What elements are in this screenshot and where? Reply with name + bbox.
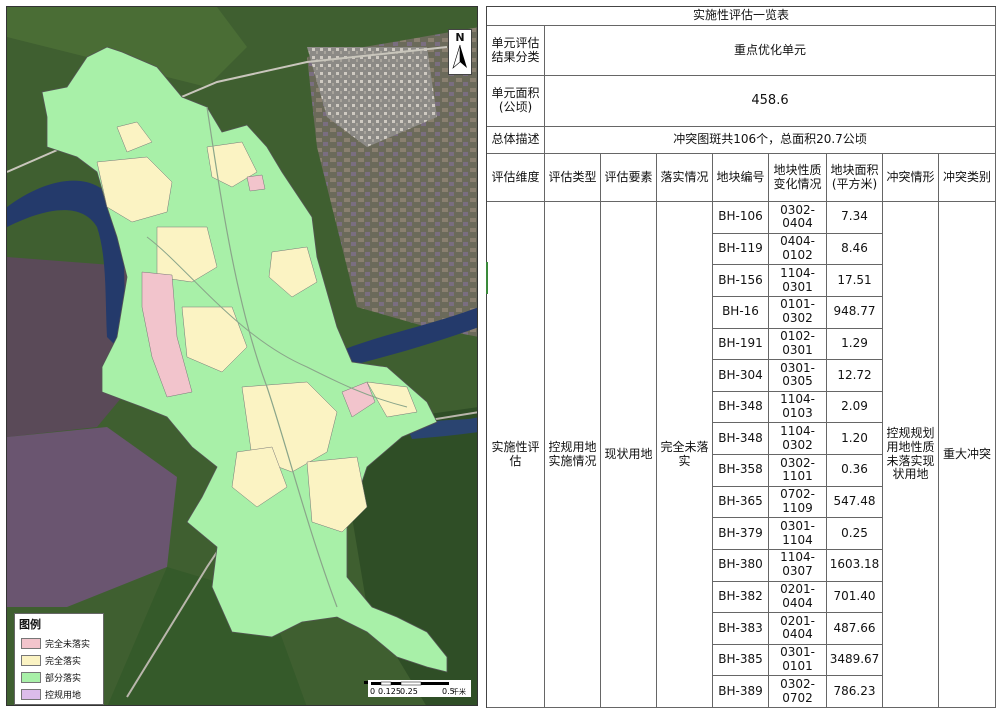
cell-land-change: 0301-0101: [769, 644, 827, 677]
cell-land-change: 0101-0302: [769, 296, 827, 329]
header-element: 评估要素: [601, 154, 657, 202]
legend-swatch: [21, 689, 41, 700]
cell-parcel-area: 487.66: [827, 613, 883, 645]
map-legend: 图例 完全未落实 完全落实 部分落实 控规用地: [14, 613, 104, 705]
cell-parcel-area: 8.46: [827, 233, 883, 266]
cell-parcel-id: BH-365: [713, 486, 769, 519]
cell-land-change: 0702-1109: [769, 486, 827, 519]
cell-parcel-id: BH-16: [713, 296, 769, 329]
result-value: 重点优化单元: [545, 26, 996, 76]
cell-parcel-id: BH-389: [713, 676, 769, 708]
cell-land-change: 0301-1104: [769, 518, 827, 550]
cell-parcel-id: BH-348: [713, 391, 769, 424]
cell-parcel-id: BH-380: [713, 549, 769, 582]
cell-land-change: 1104-0301: [769, 265, 827, 297]
satellite-map: N 图例 完全未落实 完全落实 部分落实 控规用地 0 0.125 0.25 0…: [6, 6, 478, 706]
north-arrow-icon: [452, 44, 467, 69]
scale-unit: 千米: [452, 687, 466, 696]
cell-land-change: 0404-0102: [769, 233, 827, 266]
scale-bar: 0 0.125 0.25 0.5 千米: [368, 680, 471, 697]
cell-parcel-area: 0.36: [827, 455, 883, 487]
legend-label: 部分落实: [45, 674, 82, 684]
cell-parcel-area: 1.20: [827, 423, 883, 455]
assessment-table: 实施性评估一览表 单元评估结果分类 重点优化单元 单元面积(公顷) 458.6 …: [486, 6, 996, 708]
cell-parcel-area: 1603.18: [827, 549, 883, 582]
scale-tick-1: 0.125: [378, 687, 401, 696]
cell-land-change: 0201-0404: [769, 581, 827, 614]
result-label: 单元评估结果分类: [487, 26, 545, 76]
legend-item-implemented: 完全落实: [15, 652, 103, 669]
scale-bar-svg: 0 0.125 0.25 0.5 千米: [370, 681, 466, 696]
cell-parcel-area: 547.48: [827, 486, 883, 519]
cell-parcel-area: 3489.67: [827, 644, 883, 677]
legend-swatch: [21, 655, 41, 666]
legend-item-partial: 部分落实: [15, 669, 103, 686]
legend-label: 控规用地: [45, 691, 82, 701]
header-conflict-category: 冲突类别: [939, 154, 996, 202]
cell-parcel-id: BH-304: [713, 360, 769, 392]
cell-land-change: 0102-0301: [769, 328, 827, 361]
cell-parcel-id: BH-156: [713, 265, 769, 297]
scale-tick-2: 0.25: [400, 687, 418, 696]
cell-land-change: 0302-0404: [769, 202, 827, 234]
cell-land-change: 1104-0307: [769, 549, 827, 582]
header-parcel-area: 地块面积(平方米): [827, 154, 883, 202]
cell-conflict-category: 重大冲突: [939, 202, 996, 708]
patch-unimplemented-3: [246, 174, 266, 192]
cell-parcel-area: 12.72: [827, 360, 883, 392]
header-dimension: 评估维度: [487, 154, 545, 202]
cell-land-change: 0201-0404: [769, 613, 827, 645]
cell-parcel-area: 948.77: [827, 296, 883, 329]
legend-swatch: [21, 672, 41, 683]
cell-parcel-id: BH-358: [713, 455, 769, 487]
cell-land-change: 0301-0305: [769, 360, 827, 392]
row-accent-mark: [486, 262, 488, 294]
legend-label: 完全落实: [45, 657, 82, 667]
header-land-change: 地块性质变化情况: [769, 154, 827, 202]
cell-type: 控规用地实施情况: [545, 202, 601, 708]
cell-element: 现状用地: [601, 202, 657, 708]
legend-item-regulatory: 控规用地: [15, 686, 103, 703]
cell-parcel-id: BH-379: [713, 518, 769, 550]
cell-parcel-id: BH-383: [713, 613, 769, 645]
cell-status: 完全未落实: [657, 202, 713, 708]
map-canvas: [7, 7, 477, 705]
north-arrow: N: [448, 29, 472, 75]
cell-parcel-id: BH-382: [713, 581, 769, 614]
cell-dimension: 实施性评估: [487, 202, 545, 708]
cell-land-change: 1104-0302: [769, 423, 827, 455]
legend-item-unimplemented: 完全未落实: [15, 635, 103, 652]
north-label: N: [455, 31, 465, 44]
summary-label: 总体描述: [487, 127, 545, 154]
header-conflict-situation: 冲突情形: [883, 154, 939, 202]
table-title: 实施性评估一览表: [487, 7, 996, 26]
cell-parcel-area: 17.51: [827, 265, 883, 297]
legend-title: 图例: [19, 618, 41, 631]
legend-swatch: [21, 638, 41, 649]
cell-land-change: 0302-0702: [769, 676, 827, 708]
header-parcel-id: 地块编号: [713, 154, 769, 202]
cell-parcel-area: 2.09: [827, 391, 883, 424]
cell-parcel-area: 1.29: [827, 328, 883, 361]
cell-parcel-area: 0.25: [827, 518, 883, 550]
cell-parcel-area: 786.23: [827, 676, 883, 708]
area-label: 单元面积(公顷): [487, 76, 545, 127]
cell-parcel-id: BH-191: [713, 328, 769, 361]
cell-parcel-id: BH-106: [713, 202, 769, 234]
cell-parcel-area: 7.34: [827, 202, 883, 234]
cell-parcel-id: BH-385: [713, 644, 769, 677]
cell-land-change: 0302-1101: [769, 455, 827, 487]
scale-tick-0: 0: [370, 687, 375, 696]
area-value: 458.6: [545, 76, 996, 127]
summary-value: 冲突图斑共106个，总面积20.7公顷: [545, 127, 996, 154]
header-type: 评估类型: [545, 154, 601, 202]
legend-label: 完全未落实: [45, 640, 91, 650]
header-status: 落实情况: [657, 154, 713, 202]
cell-parcel-id: BH-348: [713, 423, 769, 455]
cell-parcel-area: 701.40: [827, 581, 883, 614]
cell-conflict-situation: 控规规划用地性质未落实现状用地: [883, 202, 939, 708]
cell-land-change: 1104-0103: [769, 391, 827, 424]
cell-parcel-id: BH-119: [713, 233, 769, 266]
